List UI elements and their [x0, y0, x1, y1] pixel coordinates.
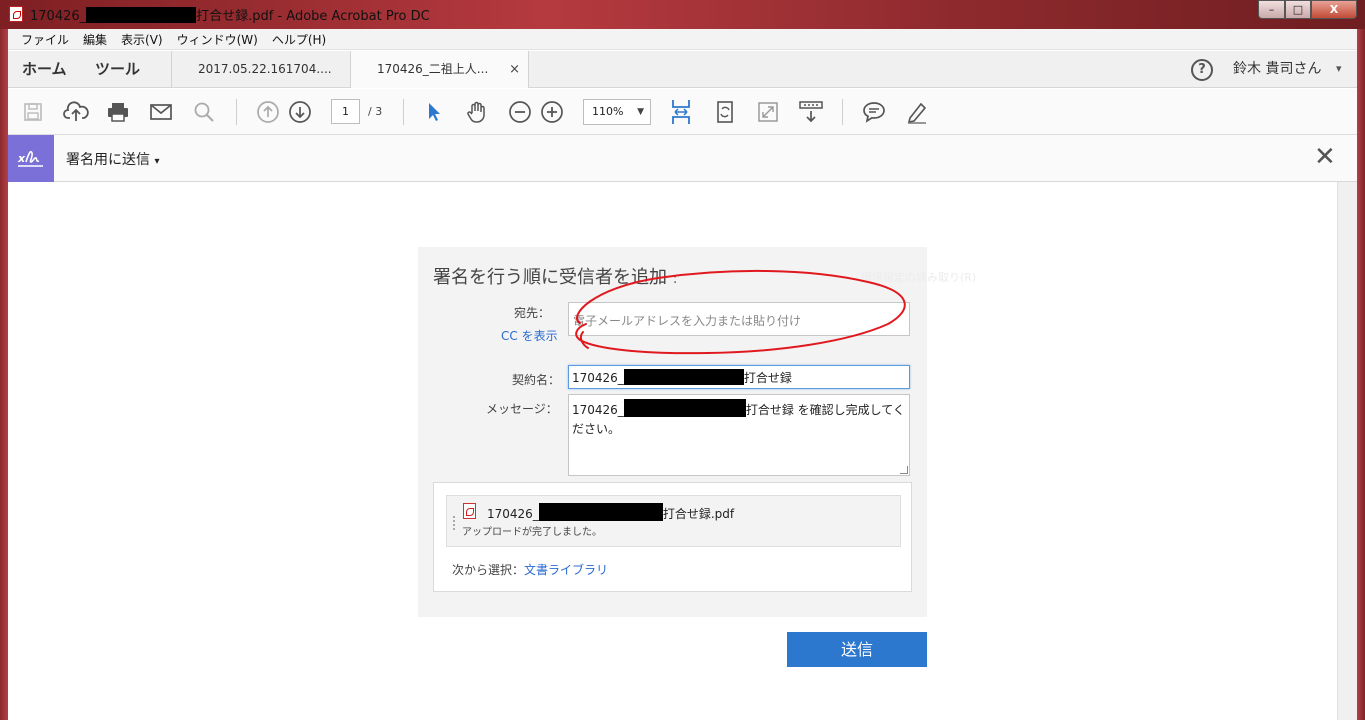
- tab-close-icon[interactable]: ×: [509, 51, 520, 88]
- fit-width-icon[interactable]: [668, 99, 694, 125]
- menu-window[interactable]: ウィンドウ(W): [170, 31, 265, 48]
- resize-handle[interactable]: [900, 466, 908, 474]
- document-library-link[interactable]: 文書ライブラリ: [524, 563, 608, 577]
- sign-logo-icon: x: [8, 135, 54, 182]
- hand-tool-icon[interactable]: [464, 99, 490, 125]
- window-title: 170426_ 打合せ録.pdf - Adobe Acrobat Pro DC: [30, 7, 430, 24]
- page-number-input[interactable]: 1: [331, 99, 360, 124]
- attached-file-name: 170426_ 打合せ録.pdf: [487, 503, 734, 522]
- svg-text:x: x: [17, 152, 26, 165]
- tab-document-2[interactable]: 170426_二祖上人... ×: [350, 51, 529, 88]
- chevron-down-icon[interactable]: ▾: [1336, 62, 1342, 75]
- app-client-area: ファイル 編集 表示(V) ウィンドウ(W) ヘルプ(H) ホーム ツール 20…: [8, 29, 1357, 720]
- select-arrow-icon[interactable]: [421, 99, 447, 125]
- rotate-page-icon[interactable]: [712, 99, 738, 125]
- tab-bar: ホーム ツール 2017.05.22.161704.... 170426_二祖上…: [8, 51, 1357, 88]
- menu-help[interactable]: ヘルプ(H): [265, 31, 333, 48]
- redaction-bar: [623, 369, 744, 385]
- to-label: 宛先：: [514, 306, 551, 320]
- send-button[interactable]: 送信: [787, 632, 927, 667]
- redaction-bar: [538, 503, 663, 521]
- agreement-name-input[interactable]: 170426_ 打合せ録: [568, 365, 910, 389]
- show-cc-link[interactable]: CC を表示: [501, 327, 558, 344]
- read-mode-icon[interactable]: [798, 99, 824, 125]
- full-screen-icon[interactable]: [755, 99, 781, 125]
- toolbar: 1 / 3 110% ▼: [8, 89, 1357, 135]
- zoom-level-value: 110%: [592, 105, 624, 118]
- redaction-bar: [623, 399, 746, 417]
- attachment-box: 170426_ 打合せ録.pdf アップロードが完了しました。 次から選択：文書ラ…: [433, 482, 912, 592]
- pdf-file-icon: [463, 503, 476, 519]
- search-icon[interactable]: [191, 99, 217, 125]
- user-account-name[interactable]: 鈴木 貴司さん: [1233, 51, 1321, 88]
- window-border-right: [1357, 29, 1365, 720]
- next-page-icon[interactable]: [287, 99, 313, 125]
- menu-bar: ファイル 編集 表示(V) ウィンドウ(W) ヘルプ(H): [8, 29, 1357, 50]
- minimize-button[interactable]: –: [1258, 0, 1285, 19]
- page-total: / 3: [368, 105, 383, 118]
- toolbar-separator: [236, 99, 237, 125]
- caret-down-icon: ▾: [154, 156, 160, 167]
- zoom-out-icon[interactable]: [507, 99, 533, 125]
- tab-document-1-label: 2017.05.22.161704....: [198, 62, 332, 76]
- panel-title: 署名を行う順に受信者を追加 :: [433, 267, 678, 288]
- title-bar: 170426_ 打合せ録.pdf - Adobe Acrobat Pro DC –…: [0, 0, 1365, 29]
- attached-file-row: 170426_ 打合せ録.pdf アップロードが完了しました。: [446, 495, 901, 547]
- acrobat-pdf-icon: [9, 6, 23, 22]
- window-border-left: [0, 29, 8, 720]
- comment-icon[interactable]: [861, 99, 887, 125]
- caret-down-icon: ▼: [637, 107, 644, 117]
- send-for-signature-bar: x 署名用に送信 ▾ ✕: [8, 135, 1357, 182]
- add-recipients-panel: 署名を行う順に受信者を追加 : 環境設定の読み取り(R) 宛先： 電子メールアド…: [418, 247, 976, 617]
- tab-document-1[interactable]: 2017.05.22.161704....: [171, 51, 350, 88]
- redaction-bar: [86, 7, 197, 23]
- faint-hint-text: 環境設定の読み取り(R): [861, 271, 977, 284]
- tab-tools[interactable]: ツール: [95, 51, 140, 88]
- save-icon[interactable]: [20, 99, 46, 125]
- vertical-scrollbar[interactable]: [1337, 182, 1357, 720]
- document-area: 署名を行う順に受信者を追加 : 環境設定の読み取り(R) 宛先： 電子メールアド…: [8, 182, 1337, 720]
- drag-handle-icon[interactable]: [453, 516, 455, 530]
- select-from-label: 次から選択：: [452, 563, 525, 577]
- cloud-upload-icon[interactable]: [63, 99, 89, 125]
- zoom-level-select[interactable]: 110% ▼: [583, 99, 651, 125]
- upload-status: アップロードが完了しました。: [462, 527, 602, 538]
- email-icon[interactable]: [148, 99, 174, 125]
- menu-view[interactable]: 表示(V): [114, 31, 170, 48]
- print-icon[interactable]: [105, 99, 131, 125]
- tab-home[interactable]: ホーム: [22, 51, 67, 88]
- recipient-email-input[interactable]: 電子メールアドレスを入力または貼り付け: [568, 302, 910, 336]
- send-for-signature-label: 署名用に送信: [66, 152, 150, 168]
- menu-edit[interactable]: 編集: [76, 31, 114, 48]
- agreement-name-label: 契約名：: [512, 373, 561, 387]
- toolbar-separator: [403, 99, 404, 125]
- message-label: メッセージ：: [486, 402, 558, 416]
- send-for-signature-menu[interactable]: 署名用に送信 ▾: [66, 149, 159, 169]
- close-panel-icon[interactable]: ✕: [1314, 144, 1336, 170]
- maximize-button[interactable]: □: [1285, 0, 1311, 19]
- message-textarea[interactable]: 170426_ 打合せ録 を確認し完成してく ださい。: [568, 394, 910, 476]
- fill-sign-pen-icon[interactable]: [904, 99, 930, 125]
- help-icon[interactable]: ?: [1191, 59, 1213, 81]
- select-from-row: 次から選択：文書ライブラリ: [452, 561, 608, 578]
- menu-file[interactable]: ファイル: [14, 31, 76, 48]
- close-window-button[interactable]: X: [1311, 0, 1357, 19]
- toolbar-separator: [842, 99, 843, 125]
- previous-page-icon[interactable]: [255, 99, 281, 125]
- zoom-in-icon[interactable]: [539, 99, 565, 125]
- tab-document-2-label: 170426_二祖上人...: [377, 62, 489, 76]
